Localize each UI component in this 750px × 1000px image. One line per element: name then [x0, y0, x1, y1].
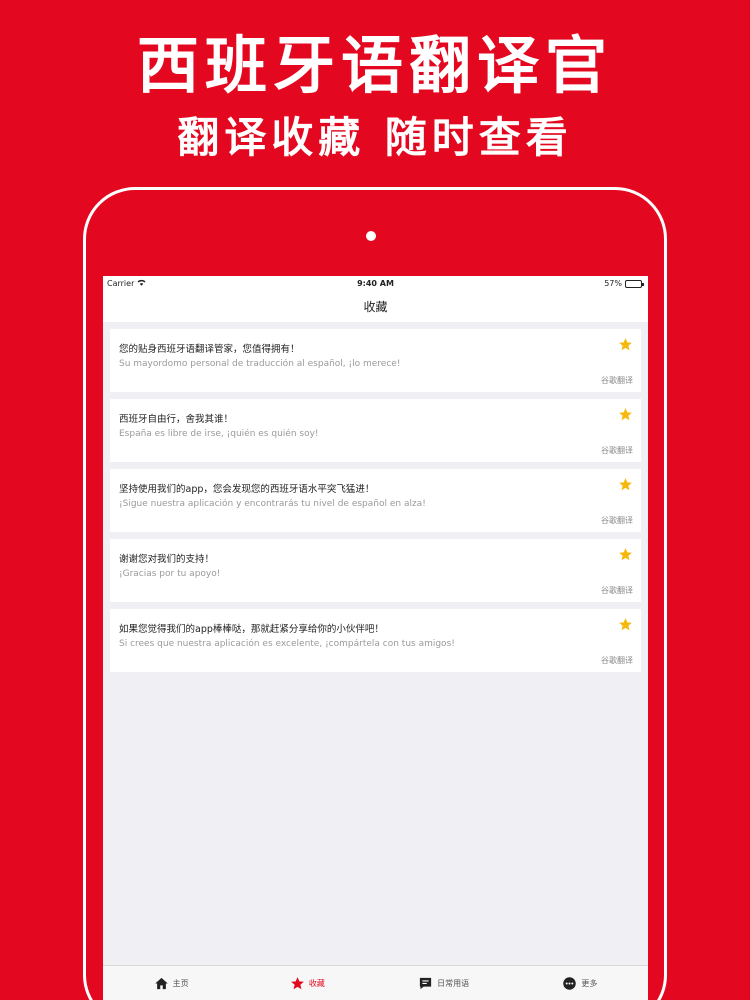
chinese-text: 谢谢您对我们的支持！ — [119, 554, 215, 565]
translation-source: 谷歌翻译 — [601, 656, 633, 665]
star-icon[interactable] — [618, 477, 633, 492]
camera-dot — [366, 231, 376, 241]
status-time: 9:40 AM — [357, 279, 394, 288]
favorite-card[interactable]: 如果您觉得我们的app棒棒哒，那就赶紧分享给你的小伙伴吧！ Si crees q… — [110, 609, 641, 672]
battery-icon — [625, 279, 644, 288]
tab-home[interactable]: 主页 — [103, 966, 239, 1000]
tab-daily-phrases[interactable]: 日常用语 — [376, 966, 512, 1000]
tab-more[interactable]: 更多 — [512, 966, 648, 1000]
star-icon — [291, 976, 304, 989]
chinese-text: 坚持使用我们的app，您会发现您的西班牙语水平突飞猛进！ — [119, 484, 375, 495]
battery-percent: 57% — [604, 279, 622, 288]
star-icon[interactable] — [618, 337, 633, 352]
star-icon[interactable] — [618, 547, 633, 562]
tab-bar: 主页 收藏 日常用语 更多 — [103, 965, 648, 1000]
favorite-card[interactable]: 坚持使用我们的app，您会发现您的西班牙语水平突飞猛进！ ¡Sigue nues… — [110, 469, 641, 532]
translation-source: 谷歌翻译 — [601, 446, 633, 455]
spanish-translation: ¡Gracias por tu apoyo! — [119, 569, 221, 579]
spanish-translation: ¡Sigue nuestra aplicación y encontrarás … — [119, 499, 426, 509]
home-icon — [154, 977, 168, 989]
tab-label: 日常用语 — [437, 978, 470, 988]
spanish-translation: Su mayordomo personal de traducción al e… — [119, 359, 401, 369]
status-right: 57% — [604, 279, 644, 288]
spanish-translation: Si crees que nuestra aplicación es excel… — [119, 639, 455, 649]
app-screen: Carrier 9:40 AM 57% 收藏 您的贴身西班牙语翻译管家，您值得拥… — [103, 276, 648, 1000]
favorite-card[interactable]: 谢谢您对我们的支持！ ¡Gracias por tu apoyo! 谷歌翻译 — [110, 539, 641, 602]
spanish-translation: España es libre de irse, ¡quién es quién… — [119, 429, 319, 439]
chinese-text: 您的贴身西班牙语翻译管家，您值得拥有！ — [119, 344, 300, 355]
tab-label: 主页 — [172, 978, 189, 988]
star-icon[interactable] — [618, 407, 633, 422]
nav-bar: 收藏 — [103, 292, 648, 322]
star-icon[interactable] — [618, 617, 633, 632]
translation-source: 谷歌翻译 — [601, 376, 633, 385]
page-title: 收藏 — [363, 300, 388, 314]
more-icon — [563, 976, 577, 990]
tab-favorites[interactable]: 收藏 — [239, 966, 375, 1000]
promo-title: 西班牙语翻译官 — [136, 29, 613, 102]
promo-subtitle: 翻译收藏 随时查看 — [177, 113, 573, 162]
tab-label: 更多 — [581, 978, 598, 988]
translation-source: 谷歌翻译 — [601, 586, 633, 595]
tab-label: 收藏 — [308, 978, 325, 988]
favorites-list: 您的贴身西班牙语翻译管家，您值得拥有！ Su mayordomo persona… — [110, 329, 641, 679]
chinese-text: 西班牙自由行，舍我其谁！ — [119, 414, 234, 425]
favorite-card[interactable]: 您的贴身西班牙语翻译管家，您值得拥有！ Su mayordomo persona… — [110, 329, 641, 392]
chat-icon — [420, 977, 432, 989]
status-bar: Carrier 9:40 AM 57% — [103, 276, 648, 292]
translation-source: 谷歌翻译 — [601, 516, 633, 525]
favorite-card[interactable]: 西班牙自由行，舍我其谁！ España es libre de irse, ¡q… — [110, 399, 641, 462]
chinese-text: 如果您觉得我们的app棒棒哒，那就赶紧分享给你的小伙伴吧！ — [119, 624, 384, 635]
